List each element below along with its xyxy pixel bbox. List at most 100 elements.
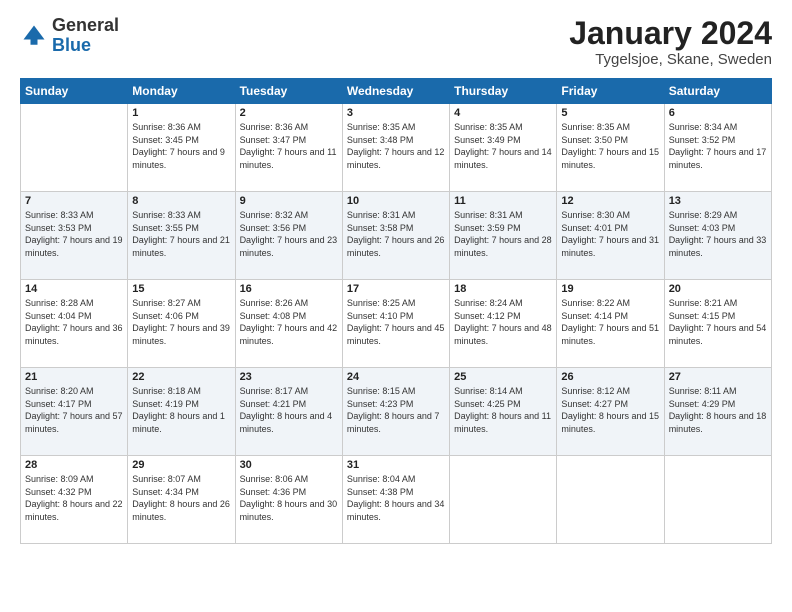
day-cell — [450, 456, 557, 544]
sunrise-time: Sunrise: 8:35 AM — [561, 122, 630, 132]
daylight-hours: Daylight: 7 hours and 23 minutes. — [240, 235, 338, 258]
day-number: 25 — [454, 371, 552, 383]
sunset-time: Sunset: 4:21 PM — [240, 399, 307, 409]
day-cell: 3 Sunrise: 8:35 AM Sunset: 3:48 PM Dayli… — [342, 104, 449, 192]
daylight-hours: Daylight: 8 hours and 11 minutes. — [454, 411, 551, 434]
sunrise-time: Sunrise: 8:26 AM — [240, 298, 309, 308]
day-info: Sunrise: 8:18 AM Sunset: 4:19 PM Dayligh… — [132, 385, 230, 435]
sunset-time: Sunset: 4:10 PM — [347, 311, 414, 321]
day-number: 1 — [132, 107, 230, 119]
daylight-hours: Daylight: 7 hours and 33 minutes. — [669, 235, 767, 258]
day-number: 5 — [561, 107, 659, 119]
daylight-hours: Daylight: 8 hours and 18 minutes. — [669, 411, 767, 434]
sunset-time: Sunset: 4:34 PM — [132, 487, 199, 497]
daylight-hours: Daylight: 7 hours and 39 minutes. — [132, 323, 230, 346]
daylight-hours: Daylight: 7 hours and 45 minutes. — [347, 323, 445, 346]
sunset-time: Sunset: 3:47 PM — [240, 135, 307, 145]
sunset-time: Sunset: 3:58 PM — [347, 223, 414, 233]
daylight-hours: Daylight: 8 hours and 30 minutes. — [240, 499, 338, 522]
subtitle: Tygelsjoe, Skane, Sweden — [569, 51, 772, 68]
daylight-hours: Daylight: 7 hours and 48 minutes. — [454, 323, 552, 346]
sunset-time: Sunset: 3:48 PM — [347, 135, 414, 145]
daylight-hours: Daylight: 7 hours and 26 minutes. — [347, 235, 445, 258]
sunrise-time: Sunrise: 8:33 AM — [25, 210, 94, 220]
sunset-time: Sunset: 4:06 PM — [132, 311, 199, 321]
day-number: 28 — [25, 459, 123, 471]
daylight-hours: Daylight: 7 hours and 51 minutes. — [561, 323, 659, 346]
day-number: 9 — [240, 195, 338, 207]
sunrise-time: Sunrise: 8:34 AM — [669, 122, 738, 132]
sunrise-time: Sunrise: 8:04 AM — [347, 474, 416, 484]
day-number: 27 — [669, 371, 767, 383]
sunset-time: Sunset: 4:19 PM — [132, 399, 199, 409]
day-number: 11 — [454, 195, 552, 207]
col-thursday: Thursday — [450, 79, 557, 104]
main-title: January 2024 — [569, 16, 772, 51]
daylight-hours: Daylight: 7 hours and 31 minutes. — [561, 235, 659, 258]
day-info: Sunrise: 8:32 AM Sunset: 3:56 PM Dayligh… — [240, 209, 338, 259]
sunset-time: Sunset: 3:55 PM — [132, 223, 199, 233]
sunrise-time: Sunrise: 8:35 AM — [347, 122, 416, 132]
daylight-hours: Daylight: 7 hours and 15 minutes. — [561, 147, 659, 170]
day-number: 8 — [132, 195, 230, 207]
day-number: 14 — [25, 283, 123, 295]
sunset-time: Sunset: 4:36 PM — [240, 487, 307, 497]
sunset-time: Sunset: 4:08 PM — [240, 311, 307, 321]
daylight-hours: Daylight: 7 hours and 12 minutes. — [347, 147, 445, 170]
week-row-1: 7 Sunrise: 8:33 AM Sunset: 3:53 PM Dayli… — [21, 192, 772, 280]
day-info: Sunrise: 8:25 AM Sunset: 4:10 PM Dayligh… — [347, 297, 445, 347]
day-cell: 8 Sunrise: 8:33 AM Sunset: 3:55 PM Dayli… — [128, 192, 235, 280]
day-number: 24 — [347, 371, 445, 383]
day-info: Sunrise: 8:36 AM Sunset: 3:45 PM Dayligh… — [132, 121, 230, 171]
day-cell: 21 Sunrise: 8:20 AM Sunset: 4:17 PM Dayl… — [21, 368, 128, 456]
daylight-hours: Daylight: 7 hours and 54 minutes. — [669, 323, 767, 346]
daylight-hours: Daylight: 8 hours and 15 minutes. — [561, 411, 659, 434]
daylight-hours: Daylight: 8 hours and 4 minutes. — [240, 411, 333, 434]
daylight-hours: Daylight: 7 hours and 36 minutes. — [25, 323, 123, 346]
col-sunday: Sunday — [21, 79, 128, 104]
day-info: Sunrise: 8:28 AM Sunset: 4:04 PM Dayligh… — [25, 297, 123, 347]
sunrise-time: Sunrise: 8:31 AM — [454, 210, 523, 220]
sunrise-time: Sunrise: 8:17 AM — [240, 386, 309, 396]
day-cell: 4 Sunrise: 8:35 AM Sunset: 3:49 PM Dayli… — [450, 104, 557, 192]
day-info: Sunrise: 8:09 AM Sunset: 4:32 PM Dayligh… — [25, 473, 123, 523]
day-info: Sunrise: 8:17 AM Sunset: 4:21 PM Dayligh… — [240, 385, 338, 435]
day-cell: 29 Sunrise: 8:07 AM Sunset: 4:34 PM Dayl… — [128, 456, 235, 544]
daylight-hours: Daylight: 8 hours and 34 minutes. — [347, 499, 445, 522]
day-number: 23 — [240, 371, 338, 383]
sunset-time: Sunset: 4:38 PM — [347, 487, 414, 497]
daylight-hours: Daylight: 7 hours and 9 minutes. — [132, 147, 225, 170]
daylight-hours: Daylight: 8 hours and 22 minutes. — [25, 499, 123, 522]
day-number: 21 — [25, 371, 123, 383]
col-monday: Monday — [128, 79, 235, 104]
day-number: 20 — [669, 283, 767, 295]
day-info: Sunrise: 8:33 AM Sunset: 3:55 PM Dayligh… — [132, 209, 230, 259]
day-number: 31 — [347, 459, 445, 471]
day-number: 7 — [25, 195, 123, 207]
day-info: Sunrise: 8:31 AM Sunset: 3:59 PM Dayligh… — [454, 209, 552, 259]
sunset-time: Sunset: 3:56 PM — [240, 223, 307, 233]
day-cell: 26 Sunrise: 8:12 AM Sunset: 4:27 PM Dayl… — [557, 368, 664, 456]
day-number: 26 — [561, 371, 659, 383]
day-info: Sunrise: 8:35 AM Sunset: 3:49 PM Dayligh… — [454, 121, 552, 171]
daylight-hours: Daylight: 7 hours and 57 minutes. — [25, 411, 123, 434]
day-number: 3 — [347, 107, 445, 119]
sunrise-time: Sunrise: 8:27 AM — [132, 298, 201, 308]
logo-blue: Blue — [52, 36, 119, 56]
sunrise-time: Sunrise: 8:18 AM — [132, 386, 201, 396]
day-cell: 11 Sunrise: 8:31 AM Sunset: 3:59 PM Dayl… — [450, 192, 557, 280]
daylight-hours: Daylight: 7 hours and 17 minutes. — [669, 147, 767, 170]
day-number: 15 — [132, 283, 230, 295]
sunset-time: Sunset: 3:49 PM — [454, 135, 521, 145]
day-cell: 9 Sunrise: 8:32 AM Sunset: 3:56 PM Dayli… — [235, 192, 342, 280]
logo-text: General Blue — [52, 16, 119, 56]
day-cell: 27 Sunrise: 8:11 AM Sunset: 4:29 PM Dayl… — [664, 368, 771, 456]
daylight-hours: Daylight: 8 hours and 7 minutes. — [347, 411, 440, 434]
day-info: Sunrise: 8:11 AM Sunset: 4:29 PM Dayligh… — [669, 385, 767, 435]
sunrise-time: Sunrise: 8:15 AM — [347, 386, 416, 396]
sunset-time: Sunset: 3:59 PM — [454, 223, 521, 233]
daylight-hours: Daylight: 7 hours and 19 minutes. — [25, 235, 123, 258]
day-info: Sunrise: 8:21 AM Sunset: 4:15 PM Dayligh… — [669, 297, 767, 347]
day-info: Sunrise: 8:04 AM Sunset: 4:38 PM Dayligh… — [347, 473, 445, 523]
col-wednesday: Wednesday — [342, 79, 449, 104]
